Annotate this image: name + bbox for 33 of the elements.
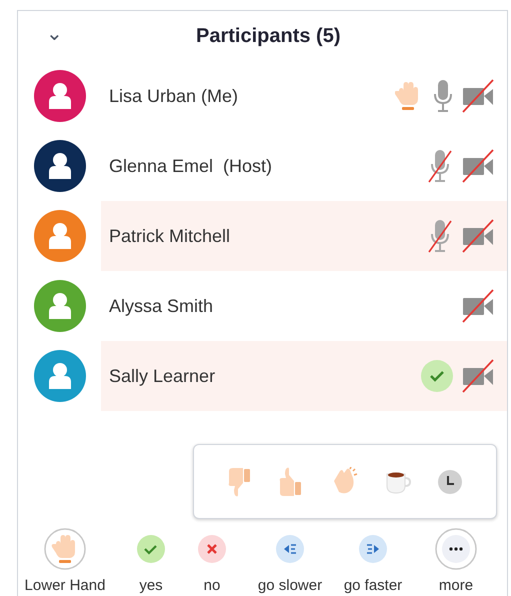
reaction-button[interactable]: Lower Hand (1, 526, 129, 596)
reaction-button[interactable]: yes (129, 526, 173, 596)
reaction-button[interactable]: go slower (251, 526, 329, 596)
participant-name: Patrick Mitchell (109, 224, 232, 248)
video-off-icon (461, 149, 495, 183)
participant-name: Glenna Emel (Host) (109, 154, 274, 178)
yes-check-icon (421, 360, 453, 392)
muted-microphone-icon (427, 149, 453, 183)
raised-hand-icon (395, 81, 421, 111)
participant-row[interactable]: Patrick Mitchell (101, 201, 507, 271)
cross-icon (198, 535, 226, 563)
thumbs-down-icon[interactable] (226, 466, 253, 496)
reaction-button[interactable]: go faster (329, 526, 417, 596)
rewind-icon (276, 535, 304, 563)
participant-name: Alyssa Smith (109, 294, 214, 318)
microphone-icon (433, 79, 453, 113)
reaction-button[interactable]: more (417, 526, 495, 596)
fast-forward-icon (359, 535, 387, 563)
muted-microphone-icon (427, 219, 453, 253)
more-icon (435, 528, 477, 570)
video-off-icon (461, 289, 495, 323)
participant-row[interactable]: Sally Learner (101, 341, 507, 411)
clock-icon[interactable] (437, 468, 464, 494)
video-off-icon (461, 359, 495, 393)
check-icon (137, 535, 165, 563)
participant-name: Sally Learner (109, 364, 216, 388)
collapse-toggle[interactable]: ⌄ (46, 19, 63, 49)
panel-title: Participants (5) (196, 24, 340, 49)
reaction-button[interactable]: no (173, 526, 251, 596)
video-off-icon (461, 219, 495, 253)
video-off-icon (461, 79, 495, 113)
participant-name: Lisa Urban (Me) (109, 84, 240, 108)
raised-hand-icon (44, 528, 86, 570)
